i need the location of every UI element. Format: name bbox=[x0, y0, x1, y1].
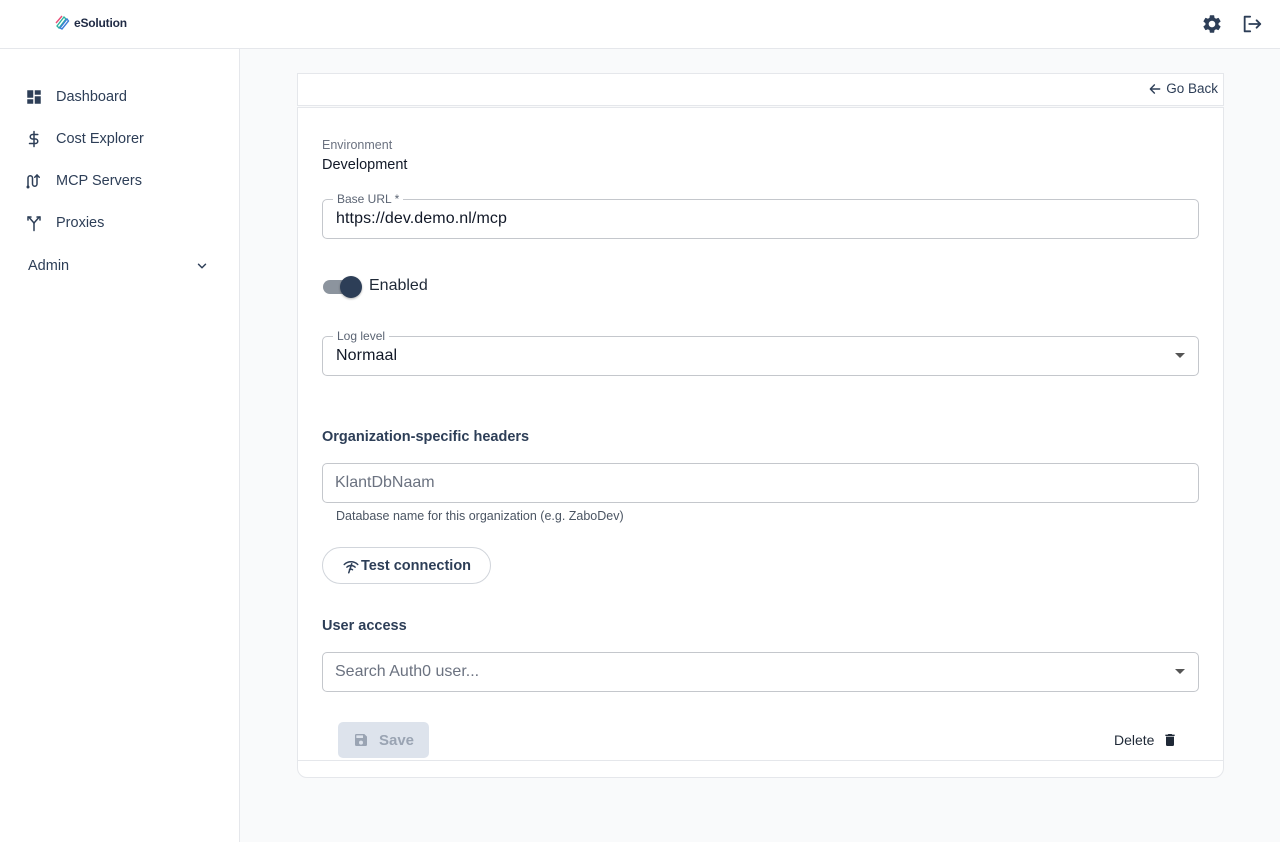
sidebar-item-label: Cost Explorer bbox=[56, 131, 144, 147]
delete-label: Delete bbox=[1114, 732, 1155, 748]
sidebar-item-label: Admin bbox=[28, 258, 70, 274]
chevron-down-icon bbox=[195, 259, 209, 273]
sidebar-item-label: Dashboard bbox=[56, 89, 127, 105]
trash-icon bbox=[1165, 734, 1176, 746]
base-url-field[interactable]: Base URL * https://dev.demo.nl/mcp bbox=[322, 192, 1199, 239]
logo-text: eSolution bbox=[74, 15, 127, 30]
toggle-knob bbox=[340, 276, 362, 298]
logo[interactable]: eSolution bbox=[54, 14, 127, 31]
logout-icon[interactable] bbox=[1241, 13, 1263, 35]
mcp-servers-icon bbox=[25, 172, 43, 190]
user-search-input[interactable] bbox=[335, 661, 1155, 683]
arrow-left-icon bbox=[1149, 83, 1161, 94]
save-label: Save bbox=[378, 731, 415, 749]
klant-db-naam-helper: Database name for this organization (e.g… bbox=[336, 509, 624, 523]
sidebar-item-cost-explorer[interactable]: Cost Explorer bbox=[0, 121, 239, 157]
base-url-value: https://dev.demo.nl/mcp bbox=[336, 210, 507, 227]
org-headers-title: Organization-specific headers bbox=[322, 429, 530, 445]
sidebar-item-admin[interactable]: Admin bbox=[0, 248, 239, 284]
log-level-value: Normaal bbox=[336, 347, 398, 364]
environment-label: Environment bbox=[322, 138, 393, 152]
delete-button[interactable]: Delete bbox=[1108, 728, 1184, 752]
sidebar-item-label: Proxies bbox=[56, 215, 105, 231]
klant-db-naam-field[interactable] bbox=[322, 463, 1199, 503]
page-header: Go Back bbox=[297, 73, 1224, 106]
card-divider bbox=[298, 760, 1223, 761]
sidebar: Dashboard Cost Explorer MCP Servers Prox… bbox=[0, 49, 240, 842]
environment-value: Development bbox=[322, 157, 408, 173]
dropdown-arrow-icon bbox=[1175, 353, 1185, 358]
sidebar-item-dashboard[interactable]: Dashboard bbox=[0, 79, 239, 115]
sidebar-item-mcp-servers[interactable]: MCP Servers bbox=[0, 163, 239, 199]
go-back-button[interactable]: Go Back bbox=[1148, 81, 1218, 96]
gear-icon[interactable] bbox=[1201, 13, 1223, 35]
wifi-icon bbox=[343, 560, 359, 573]
log-level-label: Log level bbox=[333, 329, 390, 343]
dropdown-arrow-icon bbox=[1175, 669, 1185, 674]
dollar-icon bbox=[25, 130, 43, 148]
top-bar: eSolution bbox=[0, 0, 1280, 49]
enabled-toggle[interactable] bbox=[322, 276, 362, 298]
log-level-select[interactable]: Log level Normaal bbox=[322, 329, 1199, 376]
save-button[interactable]: Save bbox=[338, 722, 429, 758]
klant-db-naam-input[interactable] bbox=[335, 472, 1155, 494]
test-connection-label: Test connection bbox=[360, 557, 472, 574]
user-access-title: User access bbox=[322, 618, 407, 634]
save-icon bbox=[354, 734, 367, 746]
go-back-label: Go Back bbox=[1166, 81, 1218, 96]
base-url-label: Base URL * bbox=[333, 192, 404, 206]
user-search-select[interactable] bbox=[322, 652, 1199, 692]
test-connection-button[interactable]: Test connection bbox=[322, 547, 491, 584]
sidebar-item-proxies[interactable]: Proxies bbox=[0, 205, 239, 241]
logo-icon bbox=[55, 15, 70, 30]
enabled-label: Enabled bbox=[369, 277, 428, 294]
dashboard-icon bbox=[25, 88, 43, 106]
fork-icon bbox=[25, 214, 43, 232]
sidebar-item-label: MCP Servers bbox=[56, 173, 142, 189]
